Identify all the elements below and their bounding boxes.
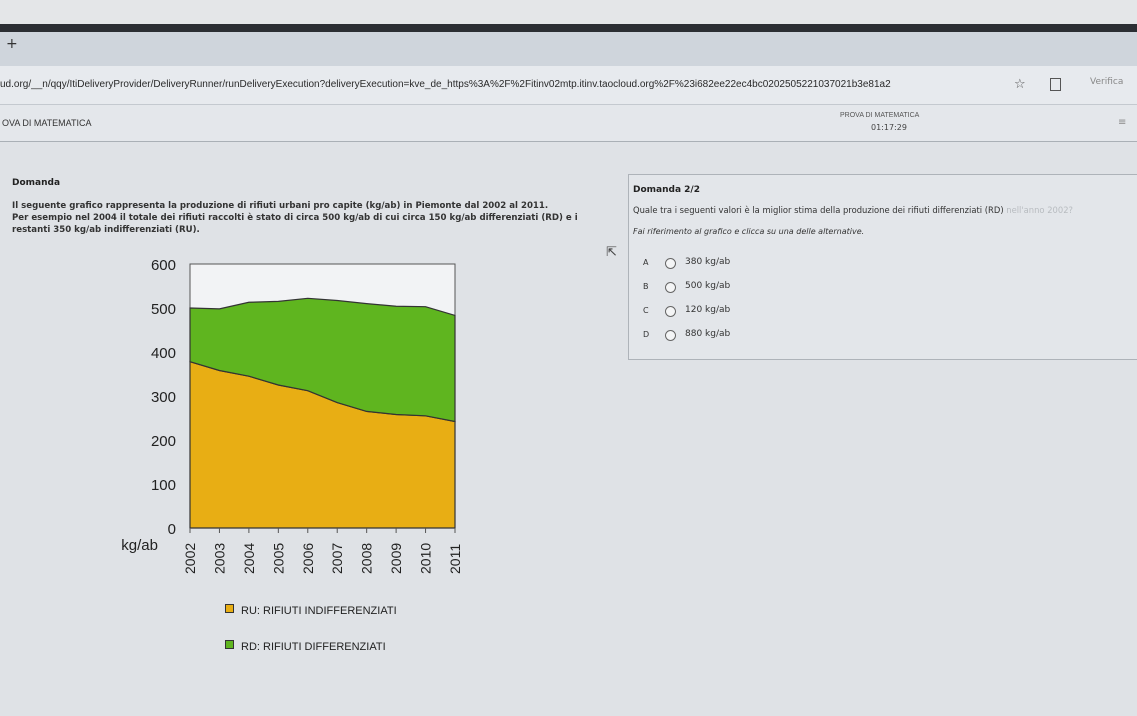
area-chart: 0 100 200 300 400 500 600 2002 2003 2004 2005 2006 2…: [121, 257, 463, 574]
option-value[interactable]: 500 kg/ab: [685, 281, 730, 291]
url-text[interactable]: ud.org/__n/qqy/ItiDeliveryProvider/Deliv…: [0, 79, 891, 90]
option-letter: B: [643, 282, 649, 291]
address-bar: ud.org/__n/qqy/ItiDeliveryProvider/Deliv…: [0, 66, 1137, 105]
legend-label-ru: RU: RIFIUTI INDIFFERENZIATI: [241, 605, 397, 617]
y-tick-label: 0: [168, 521, 176, 538]
x-tick-label: 2003: [211, 543, 227, 574]
option-value[interactable]: 380 kg/ab: [685, 257, 730, 267]
legend-swatch-ru: [225, 604, 234, 613]
instruction: Fai riferimento al grafico e clicca su u…: [633, 227, 865, 236]
panel-question-faded: nell'anno 2002?: [1003, 205, 1073, 215]
option-letter: A: [643, 258, 649, 267]
y-tick-label: 300: [151, 389, 176, 406]
option-value[interactable]: 120 kg/ab: [685, 305, 730, 315]
question-text: Il seguente grafico rappresenta la produ…: [12, 200, 612, 236]
legend-item-ru: RU: RIFIUTI INDIFFERENZIATI: [225, 604, 397, 617]
screen-bezel: [0, 0, 1137, 32]
star-icon[interactable]: ☆: [1014, 77, 1026, 92]
exam-name: PROVA DI MATEMATICA: [840, 112, 920, 119]
x-tick-label: 2010: [418, 543, 434, 574]
y-tick-label: 600: [151, 257, 176, 274]
legend-label-rd: RD: RIFIUTI DIFFERENZIATI: [241, 641, 386, 653]
panel-question-main: Quale tra i seguenti valori è la miglior…: [633, 205, 1004, 215]
x-tick-label: 2006: [300, 543, 316, 574]
question-label: Domanda: [12, 178, 61, 188]
question-text-line: Per esempio nel 2004 il totale dei rifiu…: [12, 213, 578, 223]
question-text-line: Il seguente grafico rappresenta la produ…: [12, 201, 549, 211]
x-tick-label: 2008: [359, 543, 375, 574]
y-tick-label: 500: [151, 301, 176, 318]
y-axis-label: kg/ab: [121, 537, 158, 554]
option-letter: D: [643, 330, 650, 339]
x-tick-label: 2005: [270, 543, 286, 574]
new-tab-button[interactable]: +: [6, 36, 18, 52]
timer: 01:17:29: [871, 123, 907, 132]
legend-item-rd: RD: RIFIUTI DIFFERENZIATI: [225, 640, 386, 653]
app-header: OVA DI MATEMATICA PROVA DI MATEMATICA 01…: [0, 105, 1137, 142]
x-tick-label: 2007: [329, 543, 345, 574]
radio-button[interactable]: [665, 258, 676, 269]
radio-button[interactable]: [665, 330, 676, 341]
bezel-edge: [0, 24, 1137, 32]
menu-icon[interactable]: ≡: [1118, 117, 1126, 128]
y-tick-label: 200: [151, 433, 176, 450]
x-tick-label: 2002: [182, 543, 198, 574]
question-text-line: restanti 350 kg/ab indifferenziati (RU).: [12, 225, 200, 235]
y-tick-label: 100: [151, 477, 176, 494]
tab-strip: +: [0, 32, 1137, 66]
answer-panel: Domanda 2/2 Quale tra i seguenti valori …: [628, 174, 1137, 360]
x-tick-label: 2009: [388, 543, 404, 574]
mouse-cursor-icon: ⇱: [606, 245, 617, 260]
panel-question: Quale tra i seguenti valori è la miglior…: [633, 205, 1073, 215]
y-tick-label: 400: [151, 345, 176, 362]
profile-button[interactable]: Verifica: [1090, 77, 1123, 87]
x-tick-label: 2011: [447, 544, 463, 574]
option-value[interactable]: 880 kg/ab: [685, 329, 730, 339]
radio-button[interactable]: [665, 306, 676, 317]
question-number: Domanda 2/2: [633, 185, 700, 195]
radio-button[interactable]: [665, 282, 676, 293]
option-letter: C: [643, 306, 649, 315]
x-tick-label: 2004: [241, 543, 257, 574]
extension-icon[interactable]: [1050, 78, 1061, 91]
legend-swatch-rd: [225, 640, 234, 649]
app-title: OVA DI MATEMATICA: [2, 118, 92, 128]
